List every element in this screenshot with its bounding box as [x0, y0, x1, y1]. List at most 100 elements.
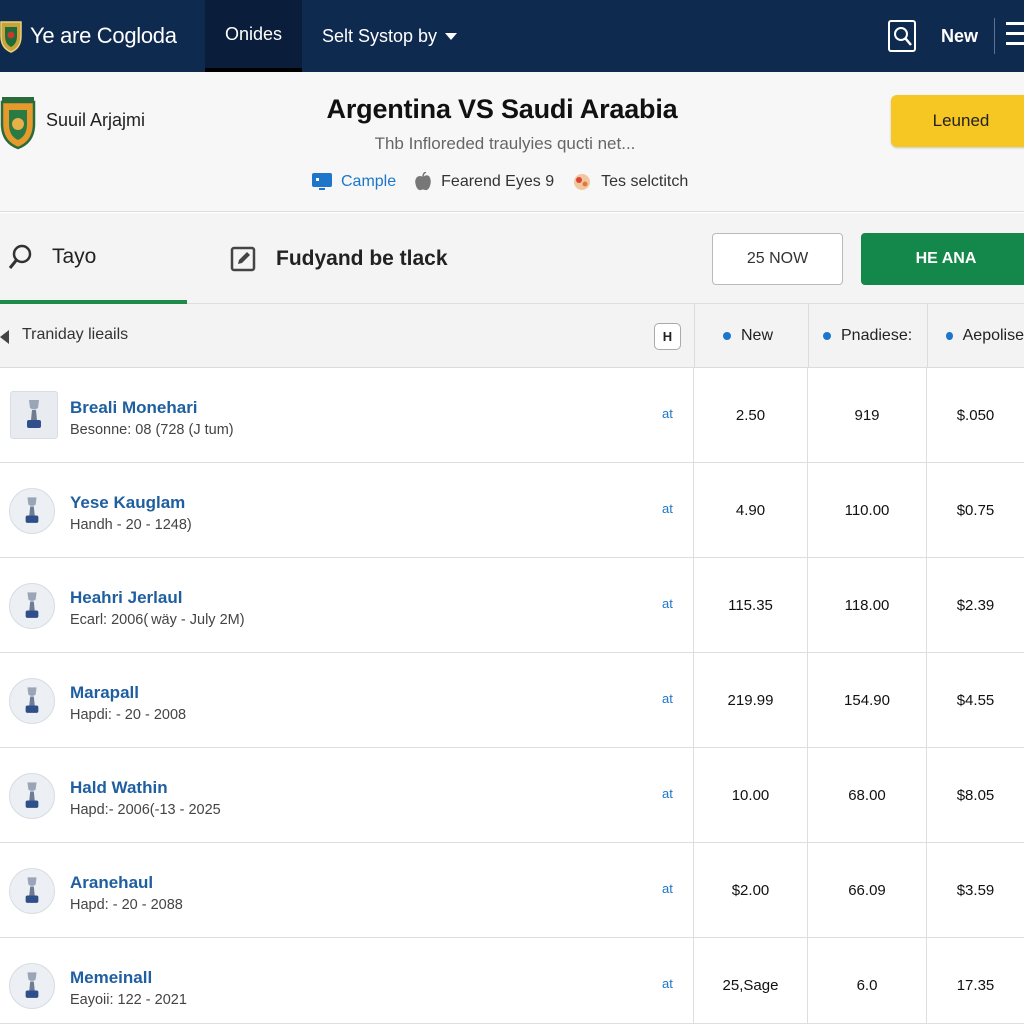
player-meta: Hapd:- 2006(-13 - 2025 — [70, 802, 221, 818]
nav-tab-active[interactable]: Onides — [205, 0, 302, 72]
meta-eyes[interactable]: Fearend Eyes 9 — [414, 172, 554, 192]
player-name[interactable]: Marapall — [70, 683, 139, 703]
player-name[interactable]: Yese Kauglam — [70, 493, 185, 513]
meta-cample-label: Cample — [341, 173, 397, 190]
player-cell: Hald Wathin Hapd:- 2006(-13 - 2025 at — [0, 748, 694, 843]
h-badge[interactable]: H — [654, 323, 681, 350]
row-at-link[interactable]: at — [662, 976, 673, 991]
value-aepolise: $2.39 — [956, 597, 995, 614]
value-pnadiese: 919 — [808, 368, 927, 463]
player-meta: Besonne: 08 (728 (J tum) — [70, 422, 234, 438]
hamburger-menu-icon[interactable] — [1006, 22, 1024, 48]
value-new: 4.90 — [694, 463, 808, 558]
match-meta-row: Cample Fearend Eyes 9 Tes selctitch — [312, 172, 706, 192]
column-header-aepolise[interactable]: Aepolise — [927, 304, 1024, 368]
player-name[interactable]: Hald Wathin — [70, 778, 168, 798]
player-cell: Yese Kauglam Handh - 20 - 1248) at — [0, 463, 694, 558]
avatar — [10, 391, 58, 439]
value-aepolise: $4.55 — [956, 692, 995, 709]
value-new: 219.99 — [694, 653, 808, 748]
chevron-down-icon — [445, 32, 458, 40]
row-at-link[interactable]: at — [662, 786, 673, 801]
tabs-bar: Tayo Fudyand be tlack 25 NOW HE ANA — [0, 213, 1024, 304]
player-cell: Breali Monehari Besonne: 08 (728 (J tum)… — [0, 368, 694, 463]
table-row[interactable]: Breali Monehari Besonne: 08 (728 (J tum)… — [0, 368, 1024, 463]
table-row[interactable]: Marapall Hapdi: - 20 - 2008 at 219.99 15… — [0, 653, 1024, 748]
value-pnadiese: 68.00 — [808, 748, 927, 843]
system-select-label: Selt Systop by — [322, 25, 438, 46]
crest-logo-icon — [0, 21, 22, 53]
table-row[interactable]: Aranehaul Hapd: - 20 - 2088 at $2.00 66.… — [0, 843, 1024, 938]
match-subtitle: Thb Infloreded traulyies qucti net... — [374, 134, 636, 153]
ball-icon — [574, 174, 591, 190]
search-icon — [8, 244, 32, 269]
column-header-label: Pnadiese: — [841, 327, 913, 344]
search-icon[interactable] — [887, 19, 917, 53]
trophy-icon — [25, 497, 39, 523]
player-meta: Eayoii: 122 - 2021 — [70, 992, 187, 1008]
table-row[interactable]: Memeinall Eayoii: 122 - 2021 at 25,Sage … — [0, 938, 1024, 1024]
table-row[interactable]: Yese Kauglam Handh - 20 - 1248) at 4.90 … — [0, 463, 1024, 558]
trophy-icon — [25, 972, 39, 998]
row-at-link[interactable]: at — [662, 881, 673, 896]
edit-icon — [230, 246, 256, 271]
chevron-left-icon[interactable] — [0, 330, 9, 344]
avatar — [9, 488, 55, 534]
table-header: Traniday lieails H New Pnadiese: Aepolis… — [0, 304, 1024, 368]
avatar — [9, 773, 55, 819]
column-header-new[interactable]: New — [694, 304, 809, 368]
meta-selection[interactable]: Tes selctitch — [572, 172, 688, 192]
value-aepolise: $0.75 — [956, 502, 995, 519]
column-header-label: Aepolise — [962, 327, 1024, 344]
value-pnadiese: 154.90 — [808, 653, 927, 748]
value-pnadiese: 66.09 — [808, 843, 927, 938]
player-cell: Aranehaul Hapd: - 20 - 2088 at — [0, 843, 694, 938]
value-aepolise: $.050 — [956, 407, 995, 424]
value-aepolise: $8.05 — [956, 787, 995, 804]
tab-fudyand[interactable]: Fudyand be tlack — [230, 213, 448, 304]
row-at-link[interactable]: at — [662, 406, 673, 421]
apple-icon — [415, 172, 431, 191]
player-meta: Handh - 20 - 1248) — [70, 517, 192, 533]
player-name[interactable]: Heahri Jerlaul — [70, 588, 182, 608]
new-link[interactable]: New — [941, 0, 978, 72]
match-header: Suuil Arjajmi Argentina VS Saudi Araabia… — [0, 72, 1024, 212]
system-select-dropdown[interactable]: Selt Systop by — [322, 0, 458, 72]
value-pnadiese: 110.00 — [808, 463, 927, 558]
value-aepolise: 17.35 — [956, 977, 995, 994]
value-new: 115.35 — [694, 558, 808, 653]
table-row[interactable]: Heahri Jerlaul Ecarl: 2006( wäy - July 2… — [0, 558, 1024, 653]
trophy-icon — [25, 687, 39, 713]
player-table: Traniday lieails H New Pnadiese: Aepolis… — [0, 304, 1024, 1024]
column-header-pnadiese[interactable]: Pnadiese: — [808, 304, 927, 368]
player-name[interactable]: Aranehaul — [70, 873, 153, 893]
table-row[interactable]: Hald Wathin Hapd:- 2006(-13 - 2025 at 10… — [0, 748, 1024, 843]
meta-cample[interactable]: Cample — [312, 173, 396, 191]
player-name[interactable]: Breali Monehari — [70, 398, 198, 418]
meta-selection-label: Tes selctitch — [601, 173, 689, 190]
monitor-icon — [312, 173, 332, 190]
leuned-button[interactable]: Leuned — [891, 95, 1024, 147]
player-name[interactable]: Memeinall — [70, 968, 152, 988]
row-at-link[interactable]: at — [662, 596, 673, 611]
trophy-icon — [27, 400, 41, 428]
player-meta: Ecarl: 2006( wäy - July 2M) — [70, 612, 245, 628]
he-ana-button[interactable]: HE ANA — [861, 233, 1024, 285]
tab-tayo-label: Tayo — [52, 244, 97, 268]
match-title: Argentina VS Saudi Araabia — [326, 94, 678, 124]
row-at-link[interactable]: at — [662, 691, 673, 706]
trophy-icon — [25, 592, 39, 618]
tab-fudyand-label: Fudyand be tlack — [276, 246, 448, 270]
value-aepolise: $3.59 — [956, 882, 995, 899]
brand[interactable]: Ye are Cogloda — [0, 0, 177, 72]
table-title: Traniday lieails — [22, 326, 129, 343]
column-dot-icon — [946, 332, 953, 340]
trophy-icon — [25, 877, 39, 903]
player-meta: Hapdi: - 20 - 2008 — [70, 707, 187, 723]
tab-tayo[interactable]: Tayo — [0, 213, 187, 304]
column-header-label: New — [741, 327, 774, 344]
now-button[interactable]: 25 NOW — [712, 233, 843, 285]
avatar — [9, 868, 55, 914]
trophy-icon — [25, 782, 39, 808]
row-at-link[interactable]: at — [662, 501, 673, 516]
